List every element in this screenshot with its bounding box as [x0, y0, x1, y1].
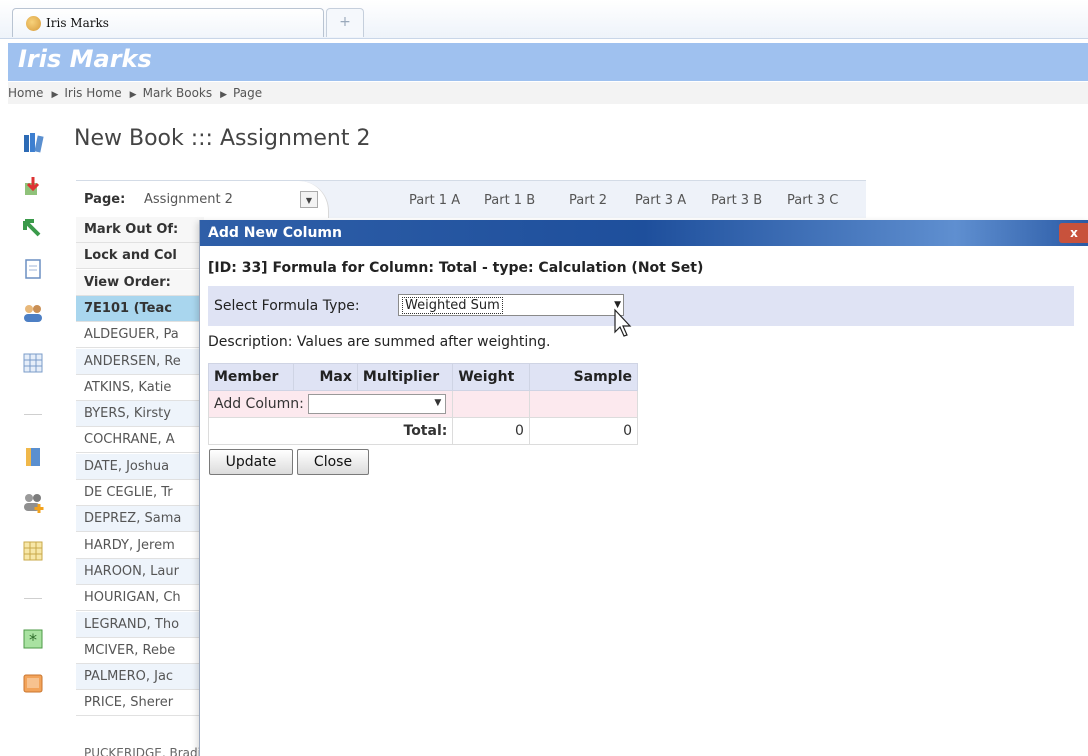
notes-icon[interactable]: [22, 672, 44, 694]
column-header[interactable]: Part 2: [569, 193, 607, 208]
update-button[interactable]: Update: [209, 449, 293, 475]
breadcrumb-iris-home[interactable]: Iris Home: [64, 86, 121, 100]
formula-type-label: Select Formula Type:: [214, 298, 360, 314]
close-button[interactable]: Close: [297, 449, 369, 475]
grid-setting-row: View Order:: [76, 269, 204, 296]
breadcrumb-page: Page: [233, 86, 263, 100]
add-new-column-dialog: Add New Column x [ID: 33] Formula for Co…: [199, 220, 1088, 756]
formula-type-value: Weighted Sum: [402, 297, 503, 314]
add-users-icon[interactable]: [22, 492, 44, 514]
formula-type-select[interactable]: Weighted Sum ▼: [398, 294, 624, 316]
add-column-select[interactable]: ▼: [308, 394, 447, 414]
browser-tab-title: Iris Marks: [46, 16, 109, 30]
column-header[interactable]: Part 3 C: [787, 193, 838, 208]
dialog-title-bar[interactable]: Add New Column x: [200, 220, 1088, 246]
formula-description: Description: Values are summed after wei…: [208, 334, 551, 350]
breadcrumb-separator-icon: ▶: [129, 90, 137, 100]
add-column-cell: Add Column: ▼: [207, 390, 454, 418]
add-column-row: Add Column: ▼: [207, 390, 639, 418]
empty-cell: [528, 390, 639, 418]
app-header: Iris Marks: [8, 43, 1088, 81]
new-tab-button[interactable]: +: [326, 8, 364, 37]
column-header[interactable]: Part 1 A: [409, 193, 460, 208]
row-label: PUCKERIDGE, Bradie: [84, 746, 209, 756]
formula-heading: [ID: 33] Formula for Column: Total - typ…: [208, 260, 704, 276]
total-weight: 0: [452, 417, 530, 445]
column-header[interactable]: Part 3 A: [635, 193, 686, 208]
student-row[interactable]: MCIVER, Rebe: [76, 638, 204, 664]
student-row[interactable]: HAROON, Laur: [76, 558, 204, 585]
breadcrumb-home[interactable]: Home: [8, 86, 43, 100]
browser-tab[interactable]: Iris Marks: [12, 8, 324, 37]
books-icon: [24, 133, 44, 153]
columns-icon[interactable]: [22, 540, 44, 562]
svg-text:*: *: [29, 630, 37, 649]
page-selector[interactable]: Page: Assignment 2 ▼: [76, 181, 329, 218]
grid-header: Page: Assignment 2 ▼ Part 1 A Part 1 B P…: [76, 180, 866, 218]
student-row[interactable]: PRICE, Sherer: [76, 690, 204, 717]
student-row[interactable]: PALMERO, Jac: [76, 664, 204, 691]
total-sample: 0: [528, 417, 639, 445]
breadcrumb-mark-books[interactable]: Mark Books: [143, 86, 213, 100]
book-icon[interactable]: [22, 446, 44, 468]
formula-type-bar: Select Formula Type: Weighted Sum ▼: [208, 286, 1074, 326]
add-column-label: Add Column:: [214, 396, 304, 412]
close-icon[interactable]: x: [1059, 223, 1088, 243]
column-header-multiplier: Multiplier: [356, 363, 454, 391]
student-row[interactable]: LEGRAND, Tho: [76, 611, 204, 638]
empty-cell: [452, 390, 530, 418]
breadcrumb: Home ▶ Iris Home ▶ Mark Books ▶ Page: [8, 82, 1088, 104]
column-header-max: Max: [292, 363, 358, 391]
class-group-row[interactable]: 7E101 (Teac: [76, 295, 204, 322]
student-row[interactable]: ALDEGUER, Pa: [76, 322, 204, 349]
page-title: New Book ::: Assignment 2: [74, 126, 371, 151]
column-header[interactable]: Part 3 B: [711, 193, 762, 208]
document-icon[interactable]: [22, 258, 44, 280]
toolbar-divider: [24, 414, 42, 415]
breadcrumb-separator-icon: ▶: [51, 90, 59, 100]
asterisk-icon[interactable]: *: [22, 628, 44, 650]
student-row[interactable]: COCHRANE, A: [76, 427, 204, 454]
student-row[interactable]: DATE, Joshua: [76, 453, 204, 480]
total-row: Total: 0 0: [207, 417, 639, 445]
import-icon[interactable]: [22, 176, 44, 198]
column-header-member: Member: [208, 363, 294, 391]
total-label: Total:: [207, 417, 454, 445]
table-header-row: Member Max Multiplier Weight Sample: [208, 363, 639, 391]
users-icon[interactable]: [22, 302, 44, 324]
grid-table-icon[interactable]: [22, 352, 44, 374]
toolbar-divider: [24, 598, 42, 599]
grid-setting-row: Lock and Col: [76, 243, 204, 270]
student-row[interactable]: DE CEGLIE, Tr: [76, 480, 204, 506]
formula-members-table: Member Max Multiplier Weight Sample Add …: [207, 363, 639, 445]
app-title: Iris Marks: [18, 45, 152, 73]
column-header[interactable]: Part 1 B: [484, 193, 535, 208]
column-header-weight: Weight: [452, 363, 530, 391]
student-row[interactable]: ATKINS, Katie: [76, 375, 204, 401]
breadcrumb-separator-icon: ▶: [220, 90, 228, 100]
student-row[interactable]: HOURIGAN, Ch: [76, 585, 204, 612]
page-selector-value: Assignment 2: [144, 192, 233, 207]
grid-setting-row: Mark Out Of:: [76, 217, 204, 243]
app-favicon-icon: [26, 16, 41, 31]
student-row[interactable]: BYERS, Kirsty: [76, 401, 204, 428]
chevron-down-icon[interactable]: ▼: [300, 191, 318, 208]
student-row[interactable]: ANDERSEN, Re: [76, 348, 204, 375]
dialog-title: Add New Column: [208, 225, 342, 241]
page-selector-label: Page:: [84, 192, 126, 207]
browser-tab-strip: Iris Marks +: [0, 0, 1088, 39]
column-header-sample: Sample: [528, 363, 639, 391]
export-arrow-icon[interactable]: [22, 218, 44, 240]
mouse-cursor-icon: [614, 308, 632, 337]
student-row[interactable]: HARDY, Jerem: [76, 533, 204, 559]
student-row[interactable]: DEPREZ, Sama: [76, 506, 204, 533]
chevron-down-icon: ▼: [434, 398, 442, 408]
